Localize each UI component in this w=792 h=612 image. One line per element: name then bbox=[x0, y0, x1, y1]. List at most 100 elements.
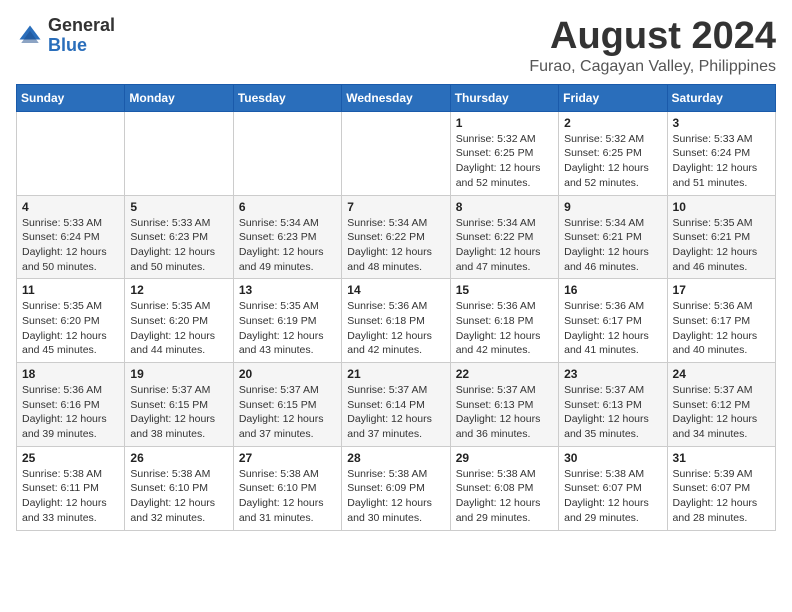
day-info: Sunrise: 5:33 AM Sunset: 6:23 PM Dayligh… bbox=[130, 216, 227, 275]
calendar-cell: 8Sunrise: 5:34 AM Sunset: 6:22 PM Daylig… bbox=[450, 195, 558, 279]
calendar-cell: 29 Sunrise: 5:38 AM Sunset: 6:08 PM Dayli… bbox=[450, 446, 558, 530]
calendar-cell: 3Sunrise: 5:33 AM Sunset: 6:24 PM Daylig… bbox=[667, 111, 775, 195]
calendar-week-3: 11Sunrise: 5:35 AM Sunset: 6:20 PM Dayli… bbox=[17, 279, 776, 363]
day-info: Sunrise: 5:39 AM Sunset: 6:07 PM Dayligh… bbox=[673, 467, 770, 526]
calendar-cell: 4Sunrise: 5:33 AM Sunset: 6:24 PM Daylig… bbox=[17, 195, 125, 279]
day-info: Sunrise: 5:37 AM Sunset: 6:13 PM Dayligh… bbox=[456, 383, 553, 442]
day-info: Sunrise: 5:38 AM Sunset: 6:11 PM Dayligh… bbox=[22, 467, 119, 526]
weekday-header-friday: Friday bbox=[559, 84, 667, 111]
logo-text: General Blue bbox=[48, 16, 115, 56]
day-number: 29 bbox=[456, 451, 553, 465]
weekday-header-saturday: Saturday bbox=[667, 84, 775, 111]
calendar-cell: 26 Sunrise: 5:38 AM Sunset: 6:10 PM Dayli… bbox=[125, 446, 233, 530]
calendar-cell: 20 Sunrise: 5:37 AM Sunset: 6:15 PM Dayli… bbox=[233, 363, 341, 447]
day-number: 12 bbox=[130, 283, 227, 297]
day-info: Sunrise: 5:38 AM Sunset: 6:09 PM Dayligh… bbox=[347, 467, 444, 526]
day-number: 1 bbox=[456, 116, 553, 130]
weekday-header-sunday: Sunday bbox=[17, 84, 125, 111]
logo: General Blue bbox=[16, 16, 115, 56]
calendar-week-4: 18 Sunrise: 5:36 AM Sunset: 6:16 PM Dayli… bbox=[17, 363, 776, 447]
day-number: 3 bbox=[673, 116, 770, 130]
day-info: Sunrise: 5:35 AM Sunset: 6:19 PM Dayligh… bbox=[239, 299, 336, 358]
calendar-week-5: 25 Sunrise: 5:38 AM Sunset: 6:11 PM Dayli… bbox=[17, 446, 776, 530]
logo-blue-text: Blue bbox=[48, 36, 115, 56]
day-info: Sunrise: 5:38 AM Sunset: 6:08 PM Dayligh… bbox=[456, 467, 553, 526]
day-number: 30 bbox=[564, 451, 661, 465]
calendar-cell: 21 Sunrise: 5:37 AM Sunset: 6:14 PM Dayli… bbox=[342, 363, 450, 447]
calendar-cell: 30 Sunrise: 5:38 AM Sunset: 6:07 PM Dayli… bbox=[559, 446, 667, 530]
day-number: 4 bbox=[22, 200, 119, 214]
page-header: General Blue August 2024 Furao, Cagayan … bbox=[16, 16, 776, 76]
day-number: 13 bbox=[239, 283, 336, 297]
calendar-cell: 16 Sunrise: 5:36 AM Sunset: 6:17 PM Dayli… bbox=[559, 279, 667, 363]
day-number: 25 bbox=[22, 451, 119, 465]
calendar-week-1: 1 Sunrise: 5:32 AM Sunset: 6:25 PM Daylig… bbox=[17, 111, 776, 195]
day-info: Sunrise: 5:36 AM Sunset: 6:17 PM Dayligh… bbox=[673, 299, 770, 358]
day-info: Sunrise: 5:32 AM Sunset: 6:25 PM Dayligh… bbox=[456, 132, 553, 191]
logo-general: General bbox=[48, 16, 115, 36]
calendar-cell: 17 Sunrise: 5:36 AM Sunset: 6:17 PM Dayli… bbox=[667, 279, 775, 363]
day-info: Sunrise: 5:37 AM Sunset: 6:12 PM Dayligh… bbox=[673, 383, 770, 442]
calendar-location: Furao, Cagayan Valley, Philippines bbox=[529, 58, 776, 76]
day-info: Sunrise: 5:34 AM Sunset: 6:23 PM Dayligh… bbox=[239, 216, 336, 275]
calendar-cell bbox=[125, 111, 233, 195]
calendar-table: SundayMondayTuesdayWednesdayThursdayFrid… bbox=[16, 84, 776, 531]
day-number: 23 bbox=[564, 367, 661, 381]
weekday-header-monday: Monday bbox=[125, 84, 233, 111]
weekday-row: SundayMondayTuesdayWednesdayThursdayFrid… bbox=[17, 84, 776, 111]
calendar-cell bbox=[17, 111, 125, 195]
calendar-cell: 27Sunrise: 5:38 AM Sunset: 6:10 PM Dayli… bbox=[233, 446, 341, 530]
calendar-cell: 10 Sunrise: 5:35 AM Sunset: 6:21 PM Dayli… bbox=[667, 195, 775, 279]
day-number: 26 bbox=[130, 451, 227, 465]
day-info: Sunrise: 5:37 AM Sunset: 6:15 PM Dayligh… bbox=[130, 383, 227, 442]
day-number: 2 bbox=[564, 116, 661, 130]
calendar-cell bbox=[233, 111, 341, 195]
calendar-cell: 14 Sunrise: 5:36 AM Sunset: 6:18 PM Dayli… bbox=[342, 279, 450, 363]
day-info: Sunrise: 5:35 AM Sunset: 6:20 PM Dayligh… bbox=[22, 299, 119, 358]
day-number: 10 bbox=[673, 200, 770, 214]
day-info: Sunrise: 5:32 AM Sunset: 6:25 PM Dayligh… bbox=[564, 132, 661, 191]
day-info: Sunrise: 5:36 AM Sunset: 6:18 PM Dayligh… bbox=[347, 299, 444, 358]
calendar-cell: 1 Sunrise: 5:32 AM Sunset: 6:25 PM Daylig… bbox=[450, 111, 558, 195]
day-info: Sunrise: 5:38 AM Sunset: 6:10 PM Dayligh… bbox=[130, 467, 227, 526]
day-info: Sunrise: 5:34 AM Sunset: 6:22 PM Dayligh… bbox=[456, 216, 553, 275]
calendar-cell: 9 Sunrise: 5:34 AM Sunset: 6:21 PM Daylig… bbox=[559, 195, 667, 279]
day-info: Sunrise: 5:36 AM Sunset: 6:16 PM Dayligh… bbox=[22, 383, 119, 442]
calendar-cell: 12Sunrise: 5:35 AM Sunset: 6:20 PM Dayli… bbox=[125, 279, 233, 363]
day-number: 18 bbox=[22, 367, 119, 381]
day-number: 22 bbox=[456, 367, 553, 381]
day-info: Sunrise: 5:36 AM Sunset: 6:17 PM Dayligh… bbox=[564, 299, 661, 358]
weekday-header-wednesday: Wednesday bbox=[342, 84, 450, 111]
day-number: 21 bbox=[347, 367, 444, 381]
calendar-cell: 15Sunrise: 5:36 AM Sunset: 6:18 PM Dayli… bbox=[450, 279, 558, 363]
calendar-cell: 28 Sunrise: 5:38 AM Sunset: 6:09 PM Dayli… bbox=[342, 446, 450, 530]
calendar-body: 1 Sunrise: 5:32 AM Sunset: 6:25 PM Daylig… bbox=[17, 111, 776, 530]
day-number: 14 bbox=[347, 283, 444, 297]
day-info: Sunrise: 5:38 AM Sunset: 6:07 PM Dayligh… bbox=[564, 467, 661, 526]
title-block: August 2024 Furao, Cagayan Valley, Phili… bbox=[529, 16, 776, 76]
day-number: 6 bbox=[239, 200, 336, 214]
calendar-cell: 25 Sunrise: 5:38 AM Sunset: 6:11 PM Dayli… bbox=[17, 446, 125, 530]
day-number: 31 bbox=[673, 451, 770, 465]
weekday-header-tuesday: Tuesday bbox=[233, 84, 341, 111]
day-info: Sunrise: 5:37 AM Sunset: 6:14 PM Dayligh… bbox=[347, 383, 444, 442]
calendar-cell bbox=[342, 111, 450, 195]
day-number: 28 bbox=[347, 451, 444, 465]
day-info: Sunrise: 5:35 AM Sunset: 6:21 PM Dayligh… bbox=[673, 216, 770, 275]
day-number: 7 bbox=[347, 200, 444, 214]
day-number: 17 bbox=[673, 283, 770, 297]
calendar-cell: 7Sunrise: 5:34 AM Sunset: 6:22 PM Daylig… bbox=[342, 195, 450, 279]
calendar-cell: 6 Sunrise: 5:34 AM Sunset: 6:23 PM Daylig… bbox=[233, 195, 341, 279]
day-number: 16 bbox=[564, 283, 661, 297]
day-info: Sunrise: 5:34 AM Sunset: 6:21 PM Dayligh… bbox=[564, 216, 661, 275]
calendar-cell: 18 Sunrise: 5:36 AM Sunset: 6:16 PM Dayli… bbox=[17, 363, 125, 447]
day-number: 9 bbox=[564, 200, 661, 214]
day-info: Sunrise: 5:37 AM Sunset: 6:15 PM Dayligh… bbox=[239, 383, 336, 442]
calendar-cell: 2 Sunrise: 5:32 AM Sunset: 6:25 PM Daylig… bbox=[559, 111, 667, 195]
day-number: 20 bbox=[239, 367, 336, 381]
calendar-cell: 24Sunrise: 5:37 AM Sunset: 6:12 PM Dayli… bbox=[667, 363, 775, 447]
day-number: 15 bbox=[456, 283, 553, 297]
calendar-cell: 31 Sunrise: 5:39 AM Sunset: 6:07 PM Dayli… bbox=[667, 446, 775, 530]
weekday-header-thursday: Thursday bbox=[450, 84, 558, 111]
calendar-cell: 5Sunrise: 5:33 AM Sunset: 6:23 PM Daylig… bbox=[125, 195, 233, 279]
